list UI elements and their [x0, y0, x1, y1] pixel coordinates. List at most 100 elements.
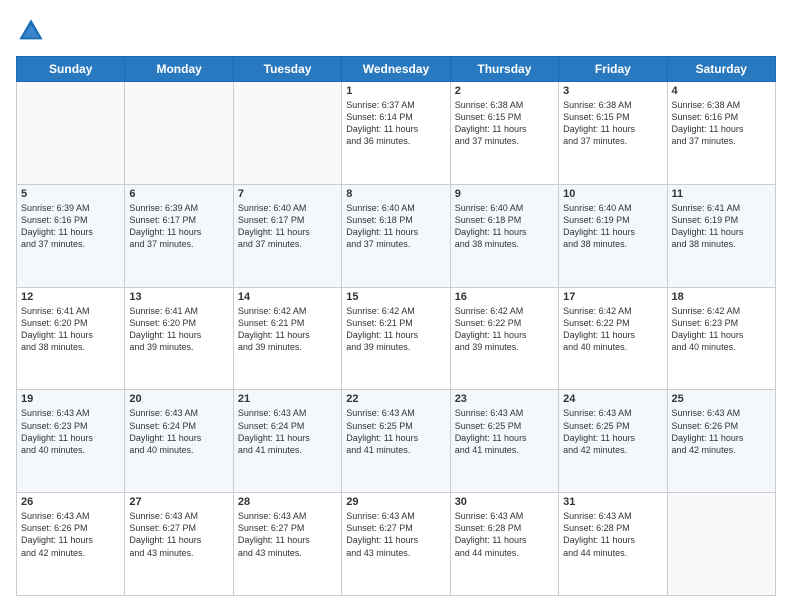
day-info: Sunrise: 6:37 AM Sunset: 6:14 PM Dayligh…: [346, 99, 445, 148]
day-number: 16: [455, 291, 554, 303]
day-number: 13: [129, 291, 228, 303]
day-number: 11: [672, 188, 771, 200]
day-number: 3: [563, 85, 662, 97]
day-info: Sunrise: 6:42 AM Sunset: 6:21 PM Dayligh…: [238, 305, 337, 354]
day-number: 27: [129, 496, 228, 508]
calendar-cell: 3 Sunrise: 6:38 AM Sunset: 6:15 PM Daylig…: [559, 82, 667, 185]
weekday-header-thursday: Thursday: [450, 57, 558, 82]
logo-icon: [16, 16, 46, 46]
day-number: 30: [455, 496, 554, 508]
day-number: 6: [129, 188, 228, 200]
calendar-cell: 8 Sunrise: 6:40 AM Sunset: 6:18 PM Daylig…: [342, 184, 450, 287]
calendar-cell: 28Sunrise: 6:43 AM Sunset: 6:27 PM Dayli…: [233, 493, 341, 596]
calendar-cell: 2 Sunrise: 6:38 AM Sunset: 6:15 PM Daylig…: [450, 82, 558, 185]
day-info: Sunrise: 6:43 AM Sunset: 6:27 PM Dayligh…: [238, 510, 337, 559]
day-number: 8: [346, 188, 445, 200]
day-info: Sunrise: 6:38 AM Sunset: 6:15 PM Dayligh…: [455, 99, 554, 148]
weekday-header-friday: Friday: [559, 57, 667, 82]
calendar-cell: 23 Sunrise: 6:43 AM Sunset: 6:25 PM Dayli…: [450, 390, 558, 493]
day-number: 14: [238, 291, 337, 303]
calendar-cell: 7Sunrise: 6:40 AM Sunset: 6:17 PM Daylig…: [233, 184, 341, 287]
weekday-header-monday: Monday: [125, 57, 233, 82]
day-info: Sunrise: 6:41 AM Sunset: 6:19 PM Dayligh…: [672, 202, 771, 251]
day-number: 1: [346, 85, 445, 97]
day-info: Sunrise: 6:42 AM Sunset: 6:22 PM Dayligh…: [455, 305, 554, 354]
day-info: Sunrise: 6:43 AM Sunset: 6:25 PM Dayligh…: [346, 407, 445, 456]
weekday-header-sunday: Sunday: [17, 57, 125, 82]
calendar-cell: 27 Sunrise: 6:43 AM Sunset: 6:27 PM Dayli…: [125, 493, 233, 596]
day-number: 18: [672, 291, 771, 303]
calendar-cell: 21 Sunrise: 6:43 AM Sunset: 6:24 PM Dayli…: [233, 390, 341, 493]
day-number: 20: [129, 393, 228, 405]
weekday-header-saturday: Saturday: [667, 57, 775, 82]
calendar-cell: [233, 82, 341, 185]
day-info: Sunrise: 6:42 AM Sunset: 6:22 PM Dayligh…: [563, 305, 662, 354]
day-number: 24: [563, 393, 662, 405]
day-info: Sunrise: 6:43 AM Sunset: 6:23 PM Dayligh…: [21, 407, 120, 456]
day-number: 26: [21, 496, 120, 508]
calendar-cell: 22 Sunrise: 6:43 AM Sunset: 6:25 PM Dayli…: [342, 390, 450, 493]
calendar-table: SundayMondayTuesdayWednesdayThursdayFrid…: [16, 56, 776, 596]
day-number: 21: [238, 393, 337, 405]
calendar-cell: [125, 82, 233, 185]
day-number: 10: [563, 188, 662, 200]
day-info: Sunrise: 6:43 AM Sunset: 6:25 PM Dayligh…: [563, 407, 662, 456]
day-info: Sunrise: 6:43 AM Sunset: 6:27 PM Dayligh…: [129, 510, 228, 559]
calendar-cell: 20 Sunrise: 6:43 AM Sunset: 6:24 PM Dayli…: [125, 390, 233, 493]
day-info: Sunrise: 6:40 AM Sunset: 6:17 PM Dayligh…: [238, 202, 337, 251]
calendar-cell: 26 Sunrise: 6:43 AM Sunset: 6:26 PM Dayli…: [17, 493, 125, 596]
day-info: Sunrise: 6:43 AM Sunset: 6:28 PM Dayligh…: [455, 510, 554, 559]
calendar-cell: [667, 493, 775, 596]
calendar-week-5: 26 Sunrise: 6:43 AM Sunset: 6:26 PM Dayli…: [17, 493, 776, 596]
day-info: Sunrise: 6:39 AM Sunset: 6:16 PM Dayligh…: [21, 202, 120, 251]
day-info: Sunrise: 6:43 AM Sunset: 6:25 PM Dayligh…: [455, 407, 554, 456]
day-number: 17: [563, 291, 662, 303]
day-number: 19: [21, 393, 120, 405]
day-info: Sunrise: 6:42 AM Sunset: 6:21 PM Dayligh…: [346, 305, 445, 354]
calendar-cell: 15 Sunrise: 6:42 AM Sunset: 6:21 PM Dayli…: [342, 287, 450, 390]
weekday-header-tuesday: Tuesday: [233, 57, 341, 82]
day-info: Sunrise: 6:43 AM Sunset: 6:24 PM Dayligh…: [129, 407, 228, 456]
day-info: Sunrise: 6:43 AM Sunset: 6:28 PM Dayligh…: [563, 510, 662, 559]
day-info: Sunrise: 6:43 AM Sunset: 6:24 PM Dayligh…: [238, 407, 337, 456]
day-number: 31: [563, 496, 662, 508]
day-number: 4: [672, 85, 771, 97]
day-info: Sunrise: 6:40 AM Sunset: 6:18 PM Dayligh…: [455, 202, 554, 251]
calendar-cell: 12Sunrise: 6:41 AM Sunset: 6:20 PM Dayli…: [17, 287, 125, 390]
calendar-cell: 6 Sunrise: 6:39 AM Sunset: 6:17 PM Daylig…: [125, 184, 233, 287]
calendar-week-4: 19 Sunrise: 6:43 AM Sunset: 6:23 PM Dayli…: [17, 390, 776, 493]
page: SundayMondayTuesdayWednesdayThursdayFrid…: [0, 0, 792, 612]
day-info: Sunrise: 6:38 AM Sunset: 6:16 PM Dayligh…: [672, 99, 771, 148]
calendar-cell: 19 Sunrise: 6:43 AM Sunset: 6:23 PM Dayli…: [17, 390, 125, 493]
calendar-cell: 25 Sunrise: 6:43 AM Sunset: 6:26 PM Dayli…: [667, 390, 775, 493]
day-info: Sunrise: 6:41 AM Sunset: 6:20 PM Dayligh…: [129, 305, 228, 354]
calendar-cell: 9 Sunrise: 6:40 AM Sunset: 6:18 PM Daylig…: [450, 184, 558, 287]
day-info: Sunrise: 6:43 AM Sunset: 6:26 PM Dayligh…: [672, 407, 771, 456]
day-number: 25: [672, 393, 771, 405]
weekday-header-row: SundayMondayTuesdayWednesdayThursdayFrid…: [17, 57, 776, 82]
calendar-cell: 18 Sunrise: 6:42 AM Sunset: 6:23 PM Dayli…: [667, 287, 775, 390]
day-number: 23: [455, 393, 554, 405]
calendar-cell: 11 Sunrise: 6:41 AM Sunset: 6:19 PM Dayli…: [667, 184, 775, 287]
day-info: Sunrise: 6:43 AM Sunset: 6:26 PM Dayligh…: [21, 510, 120, 559]
calendar-cell: 31 Sunrise: 6:43 AM Sunset: 6:28 PM Dayli…: [559, 493, 667, 596]
day-number: 15: [346, 291, 445, 303]
calendar-cell: 30 Sunrise: 6:43 AM Sunset: 6:28 PM Dayli…: [450, 493, 558, 596]
day-info: Sunrise: 6:42 AM Sunset: 6:23 PM Dayligh…: [672, 305, 771, 354]
calendar-cell: 14 Sunrise: 6:42 AM Sunset: 6:21 PM Dayli…: [233, 287, 341, 390]
day-info: Sunrise: 6:39 AM Sunset: 6:17 PM Dayligh…: [129, 202, 228, 251]
calendar-cell: 24 Sunrise: 6:43 AM Sunset: 6:25 PM Dayli…: [559, 390, 667, 493]
day-number: 5: [21, 188, 120, 200]
calendar-cell: 4 Sunrise: 6:38 AM Sunset: 6:16 PM Daylig…: [667, 82, 775, 185]
calendar-cell: 10Sunrise: 6:40 AM Sunset: 6:19 PM Dayli…: [559, 184, 667, 287]
day-number: 22: [346, 393, 445, 405]
day-number: 2: [455, 85, 554, 97]
calendar-cell: 29Sunrise: 6:43 AM Sunset: 6:27 PM Dayli…: [342, 493, 450, 596]
calendar-cell: 5 Sunrise: 6:39 AM Sunset: 6:16 PM Daylig…: [17, 184, 125, 287]
day-number: 9: [455, 188, 554, 200]
day-info: Sunrise: 6:40 AM Sunset: 6:18 PM Dayligh…: [346, 202, 445, 251]
day-info: Sunrise: 6:38 AM Sunset: 6:15 PM Dayligh…: [563, 99, 662, 148]
calendar-cell: 16 Sunrise: 6:42 AM Sunset: 6:22 PM Dayli…: [450, 287, 558, 390]
weekday-header-wednesday: Wednesday: [342, 57, 450, 82]
calendar-week-1: 1 Sunrise: 6:37 AM Sunset: 6:14 PM Daylig…: [17, 82, 776, 185]
